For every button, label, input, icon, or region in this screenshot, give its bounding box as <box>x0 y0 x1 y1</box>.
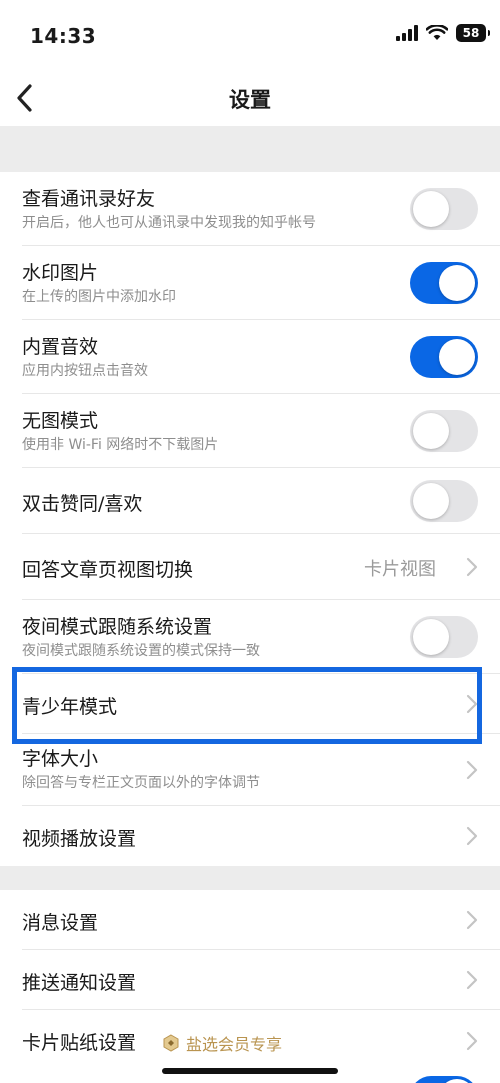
battery-icon: 58 <box>456 24 490 42</box>
setting-row-sticker[interactable]: 卡片贴纸设置 盐选会员专享 <box>0 1010 500 1072</box>
setting-title: 卡片贴纸设置 <box>22 1032 137 1054</box>
setting-title: 视频播放设置 <box>22 828 137 850</box>
setting-row-push[interactable]: 推送通知设置 <box>0 950 500 1010</box>
settings-group-notifications: 消息设置 推送通知设置 卡片贴纸设置 盐选会员专享 <box>0 890 500 1083</box>
setting-row-font-size[interactable]: 字体大小 除回答与专栏正文页面以外的字体调节 <box>0 734 500 806</box>
setting-row-sound[interactable]: 内置音效 应用内按钮点击音效 <box>0 320 500 394</box>
chevron-right-icon <box>466 826 478 846</box>
setting-subtitle: 除回答与专栏正文页面以外的字体调节 <box>22 775 260 791</box>
vip-badge-label: 盐选会员专享 <box>186 1035 283 1054</box>
nav-bar: 设置 <box>0 70 500 126</box>
chevron-right-icon <box>466 760 478 780</box>
status-icons: 58 <box>396 24 490 42</box>
status-bar: 14:33 58 <box>0 0 500 70</box>
partial-toggle[interactable] <box>410 1076 478 1083</box>
setting-row-message[interactable]: 消息设置 <box>0 890 500 950</box>
setting-row-contacts[interactable]: 查看通讯录好友 开启后，他人也可从通讯录中发现我的知乎帐号 <box>0 172 500 246</box>
vip-badge: 盐选会员专享 <box>162 1031 282 1055</box>
setting-title: 查看通讯录好友 <box>22 188 156 210</box>
setting-title: 推送通知设置 <box>22 972 137 994</box>
setting-title: 字体大小 <box>22 748 99 770</box>
setting-title: 青少年模式 <box>22 696 118 718</box>
chevron-right-icon <box>466 1031 478 1051</box>
section-spacer <box>0 866 500 890</box>
no-image-toggle[interactable] <box>410 410 478 452</box>
chevron-right-icon <box>466 910 478 930</box>
settings-group-general: 查看通讯录好友 开启后，他人也可从通讯录中发现我的知乎帐号 水印图片 在上传的图… <box>0 172 500 866</box>
sound-toggle[interactable] <box>410 336 478 378</box>
setting-subtitle: 使用非 Wi-Fi 网络时不下载图片 <box>22 437 219 453</box>
setting-row-no-image[interactable]: 无图模式 使用非 Wi-Fi 网络时不下载图片 <box>0 394 500 468</box>
contacts-toggle[interactable] <box>410 188 478 230</box>
page-title: 设置 <box>229 88 271 112</box>
setting-subtitle: 夜间模式跟随系统设置的模式保持一致 <box>22 643 260 659</box>
night-mode-toggle[interactable] <box>410 616 478 658</box>
section-spacer <box>0 126 500 172</box>
setting-title: 内置音效 <box>22 336 99 358</box>
wifi-icon <box>426 25 448 40</box>
chevron-right-icon <box>466 557 478 577</box>
setting-title: 消息设置 <box>22 912 99 934</box>
home-indicator <box>162 1068 338 1074</box>
setting-row-view-switch[interactable]: 回答文章页视图切换 卡片视图 <box>0 534 500 600</box>
status-time: 14:33 <box>30 24 97 48</box>
setting-subtitle: 在上传的图片中添加水印 <box>22 289 176 305</box>
setting-title: 双击赞同/喜欢 <box>22 493 143 515</box>
setting-row-night-mode[interactable]: 夜间模式跟随系统设置 夜间模式跟随系统设置的模式保持一致 <box>0 600 500 674</box>
setting-row-double-tap[interactable]: 双击赞同/喜欢 <box>0 468 500 534</box>
setting-title: 无图模式 <box>22 410 99 432</box>
setting-title: 水印图片 <box>22 262 99 284</box>
vip-hexagon-icon <box>163 1034 179 1052</box>
setting-row-video[interactable]: 视频播放设置 <box>0 806 500 866</box>
setting-row-teen-mode[interactable]: 青少年模式 <box>0 674 500 734</box>
chevron-right-icon <box>466 694 478 714</box>
setting-row-watermark[interactable]: 水印图片 在上传的图片中添加水印 <box>0 246 500 320</box>
setting-title: 回答文章页视图切换 <box>22 559 194 581</box>
chevron-right-icon <box>466 970 478 990</box>
setting-value: 卡片视图 <box>364 559 436 580</box>
setting-title: 夜间模式跟随系统设置 <box>22 616 213 638</box>
setting-subtitle: 开启后，他人也可从通讯录中发现我的知乎帐号 <box>22 215 316 231</box>
watermark-toggle[interactable] <box>410 262 478 304</box>
setting-subtitle: 应用内按钮点击音效 <box>22 363 148 379</box>
double-tap-toggle[interactable] <box>410 480 478 522</box>
cellular-signal-icon <box>396 25 418 41</box>
